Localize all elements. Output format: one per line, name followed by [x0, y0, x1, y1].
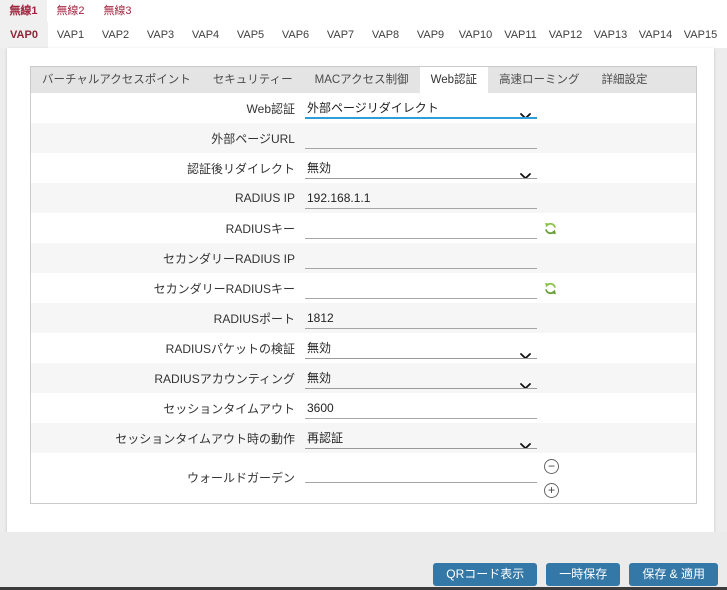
field-label: セカンダリーRADIUS IP	[162, 251, 295, 266]
field-row: セカンダリーRADIUS IP	[31, 243, 696, 273]
select-field[interactable]: 無効	[305, 157, 537, 179]
vap-tab-vap8[interactable]: VAP8	[363, 22, 408, 48]
text-input-field[interactable]	[305, 247, 537, 269]
text-input-field[interactable]: 192.168.1.1	[305, 187, 537, 209]
section-tab-4[interactable]: 高速ローミング	[488, 67, 591, 93]
field-value: 3600	[307, 401, 334, 415]
field-row: RADIUSパケットの検証 無効	[31, 333, 696, 363]
field-value: 無効	[307, 341, 332, 355]
text-input-field[interactable]	[305, 127, 537, 149]
vap-tab-vap12[interactable]: VAP12	[543, 22, 588, 48]
field-value: 再認証	[307, 431, 344, 445]
field-row: セッションタイムアウト 3600	[31, 393, 696, 423]
qr-code-button[interactable]: QRコード表示	[433, 563, 538, 586]
field-label: セッションタイムアウト時の動作	[115, 431, 295, 446]
field-label: Web認証	[246, 101, 295, 116]
vap-tab-vap9[interactable]: VAP9	[408, 22, 453, 48]
web-auth-settings-panel: バーチャルアクセスポイント セキュリティー MACアクセス制御 Web認証 高速ローミン…	[30, 66, 697, 504]
section-tab-5[interactable]: 詳細設定	[591, 67, 659, 93]
chevron-down-icon	[520, 165, 531, 178]
field-row: ウォールドガーデン − +	[31, 453, 696, 505]
field-label: RADIUSポート	[213, 311, 295, 326]
remove-entry-icon[interactable]: −	[544, 459, 559, 474]
vap-tab-vap4[interactable]: VAP4	[183, 22, 228, 48]
vap-tab-vap5[interactable]: VAP5	[228, 22, 273, 48]
field-value: 無効	[307, 161, 332, 175]
text-input-field[interactable]: 1812	[305, 307, 537, 329]
field-label: RADIUS IP	[234, 191, 295, 205]
field-value: 外部ページリダイレクト	[307, 101, 439, 115]
field-row: Web認証 外部ページリダイレクト	[31, 93, 696, 123]
select-field[interactable]: 無効	[305, 367, 537, 389]
chevron-down-icon	[520, 375, 531, 388]
section-tab-1[interactable]: セキュリティー	[202, 67, 304, 93]
field-row: 認証後リダイレクト 無効	[31, 153, 696, 183]
vap-tab-vap2[interactable]: VAP2	[93, 22, 138, 48]
field-value: 192.168.1.1	[307, 191, 371, 205]
field-value: 1812	[307, 311, 334, 325]
field-row: 外部ページURL	[31, 123, 696, 153]
text-input-field[interactable]	[305, 217, 537, 239]
vap-tab-vap6[interactable]: VAP6	[273, 22, 318, 48]
regenerate-key-icon[interactable]	[544, 222, 557, 235]
footer-button-group: QRコード表示 一時保存 保存 & 適用	[433, 563, 718, 586]
select-field[interactable]: 外部ページリダイレクト	[305, 97, 537, 119]
field-label: 認証後リダイレクト	[186, 161, 295, 176]
section-tab-2[interactable]: MACアクセス制御	[304, 67, 420, 93]
field-row: RADIUS IP 192.168.1.1	[31, 183, 696, 213]
section-tab-3[interactable]: Web認証	[419, 67, 489, 93]
section-tab-0[interactable]: バーチャルアクセスポイント	[31, 67, 202, 93]
field-value: 無効	[307, 371, 332, 385]
wireless-tab-bar: 無線1 無線2 無線3	[0, 0, 727, 22]
vap-tab-vap1[interactable]: VAP1	[48, 22, 93, 48]
field-row: セッションタイムアウト時の動作 再認証	[31, 423, 696, 453]
vap-tab-vap7[interactable]: VAP7	[318, 22, 363, 48]
add-entry-icon[interactable]: +	[544, 483, 559, 498]
field-row: RADIUSキー	[31, 213, 696, 243]
vap-tab-bar: VAP0 VAP1 VAP2 VAP3 VAP4 VAP5 VAP6 VAP7 VAP8 VAP9…	[0, 22, 727, 48]
vap-tab-vap10[interactable]: VAP10	[453, 22, 498, 48]
text-input-field[interactable]	[305, 461, 537, 483]
field-label: セッションタイムアウト	[163, 401, 295, 416]
regenerate-key-icon[interactable]	[544, 282, 557, 295]
field-label: RADIUSアカウンティング	[154, 371, 295, 386]
vap-tab-vap13[interactable]: VAP13	[588, 22, 633, 48]
walled-garden-controls: − +	[544, 459, 559, 498]
chevron-down-icon	[520, 435, 531, 448]
content-card: バーチャルアクセスポイント セキュリティー MACアクセス制御 Web認証 高速ローミン…	[7, 48, 714, 532]
select-field[interactable]: 無効	[305, 337, 537, 359]
save-apply-button[interactable]: 保存 & 適用	[629, 563, 718, 586]
field-label: セカンダリーRADIUSキー	[153, 281, 295, 296]
text-input-field[interactable]: 3600	[305, 397, 537, 419]
text-input-field[interactable]	[305, 277, 537, 299]
wireless-tab-1[interactable]: 無線1	[0, 0, 47, 22]
field-label: ウォールドガーデン	[186, 471, 295, 485]
vap-tab-vap3[interactable]: VAP3	[138, 22, 183, 48]
field-label: RADIUSパケットの検証	[165, 341, 295, 356]
wireless-tab-3[interactable]: 無線3	[94, 0, 141, 22]
field-row: RADIUSアカウンティング 無効	[31, 363, 696, 393]
field-row: セカンダリーRADIUSキー	[31, 273, 696, 303]
chevron-down-icon	[520, 345, 531, 358]
vap-tab-vap14[interactable]: VAP14	[633, 22, 678, 48]
select-field[interactable]: 再認証	[305, 427, 537, 449]
temp-save-button[interactable]: 一時保存	[546, 563, 621, 586]
wireless-tab-2[interactable]: 無線2	[47, 0, 94, 22]
field-row: RADIUSポート 1812	[31, 303, 696, 333]
field-label: 外部ページURL	[211, 131, 295, 146]
section-tab-bar: バーチャルアクセスポイント セキュリティー MACアクセス制御 Web認証 高速ローミン…	[31, 67, 696, 93]
vap-tab-vap15[interactable]: VAP15	[678, 22, 723, 48]
chevron-down-icon	[520, 105, 531, 117]
vap-tab-vap0[interactable]: VAP0	[0, 22, 48, 48]
web-auth-form: Web認証 外部ページリダイレクト 外部ページURL 認証後リダイレクト 無効 RADIU…	[31, 93, 696, 505]
field-label: RADIUSキー	[225, 221, 295, 236]
vap-tab-vap11[interactable]: VAP11	[498, 22, 543, 48]
